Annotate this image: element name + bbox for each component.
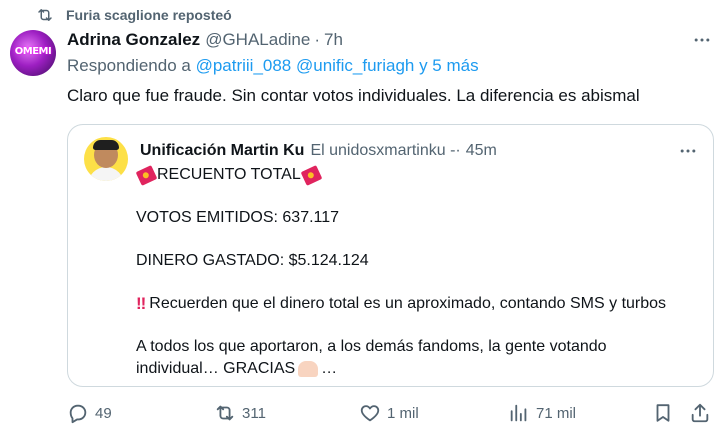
views-count: 71 mil (536, 404, 577, 422)
quote-line-2: VOTOS EMITIDOS: 637.117 (136, 209, 340, 226)
quote-line-6-suffix: … (321, 360, 338, 377)
bookmark-icon (656, 404, 670, 422)
author-name[interactable]: Adrina Gonzalez (67, 30, 200, 50)
quote-line-1: RECUENTO TOTAL (135, 163, 323, 187)
quote-line-4-text: Recuerden que el dinero total es un apro… (149, 295, 667, 312)
views-button[interactable]: 71 mil (508, 400, 576, 426)
red-envelope-icon (300, 164, 323, 186)
replying-to: Respondiendo a @patriii_088 @unific_furi… (67, 56, 479, 80)
tweet-text: Claro que fue fraude. Sin contar votos i… (67, 86, 640, 105)
more-options-button[interactable] (690, 30, 714, 50)
reply-mentions-link[interactable]: @patriii_088 @unific_furiagh y 5 más (196, 56, 479, 75)
reply-prefix: Respondiendo a (67, 56, 191, 75)
quote-author-name[interactable]: Unificación Martin Ku (140, 142, 304, 160)
like-count: 1 mil (387, 404, 419, 422)
quote-more-options-button[interactable] (676, 141, 700, 161)
double-exclamation-icon: ‼ (136, 294, 146, 313)
tweet-time[interactable]: 7h (324, 30, 343, 50)
quote-avatar[interactable] (84, 137, 128, 181)
share-icon (691, 403, 709, 423)
avatar[interactable]: OMEMI (10, 30, 56, 76)
repost-indicator[interactable]: Furia scaglione reposteó (36, 4, 232, 26)
quote-line-6-text: individual… GRACIAS (136, 360, 296, 377)
quote-author-handle[interactable]: El unidosxmartinku -· (310, 142, 460, 160)
repost-count: 311 (242, 404, 266, 422)
action-bar: 49 311 1 mil 71 mil (67, 400, 712, 426)
reply-button[interactable]: 49 (67, 400, 112, 426)
author-handle[interactable]: @GHALadine (205, 30, 310, 50)
quote-tweet-card[interactable]: Unificación Martin Ku El unidosxmartinku… (67, 124, 714, 387)
heart-hands-icon (298, 361, 319, 377)
repost-button[interactable]: 311 (214, 400, 266, 426)
bookmark-button[interactable] (652, 400, 674, 426)
tweet-header: Adrina Gonzalez @GHALadine · 7h (67, 29, 343, 51)
more-icon (680, 149, 696, 153)
quote-line-6: individual… GRACIAS … (136, 357, 337, 381)
reply-icon (69, 404, 87, 424)
quote-time[interactable]: 45m (466, 142, 497, 160)
repost-icon (216, 405, 234, 421)
quote-line-4: ‼ Recuerden que el dinero total es un ap… (136, 292, 666, 316)
heart-icon (360, 405, 380, 422)
separator-dot: · (314, 30, 321, 49)
views-icon (510, 404, 527, 422)
avatar-text: OMEMI (14, 46, 52, 57)
like-button[interactable]: 1 mil (359, 400, 419, 426)
more-icon (694, 38, 710, 42)
red-envelope-icon (135, 164, 158, 186)
quote-line-1-text: RECUENTO TOTAL (157, 166, 301, 183)
quote-line-5: A todos los que aportaron, a los demás f… (136, 338, 607, 355)
quote-line-3: DINERO GASTADO: $5.124.124 (136, 252, 369, 269)
repost-text: Furia scaglione reposteó (66, 7, 232, 23)
share-button[interactable] (689, 400, 711, 426)
reply-count: 49 (95, 404, 112, 422)
quote-header: Unificación Martin Ku El unidosxmartinku… (140, 140, 497, 162)
repost-icon (36, 6, 54, 24)
